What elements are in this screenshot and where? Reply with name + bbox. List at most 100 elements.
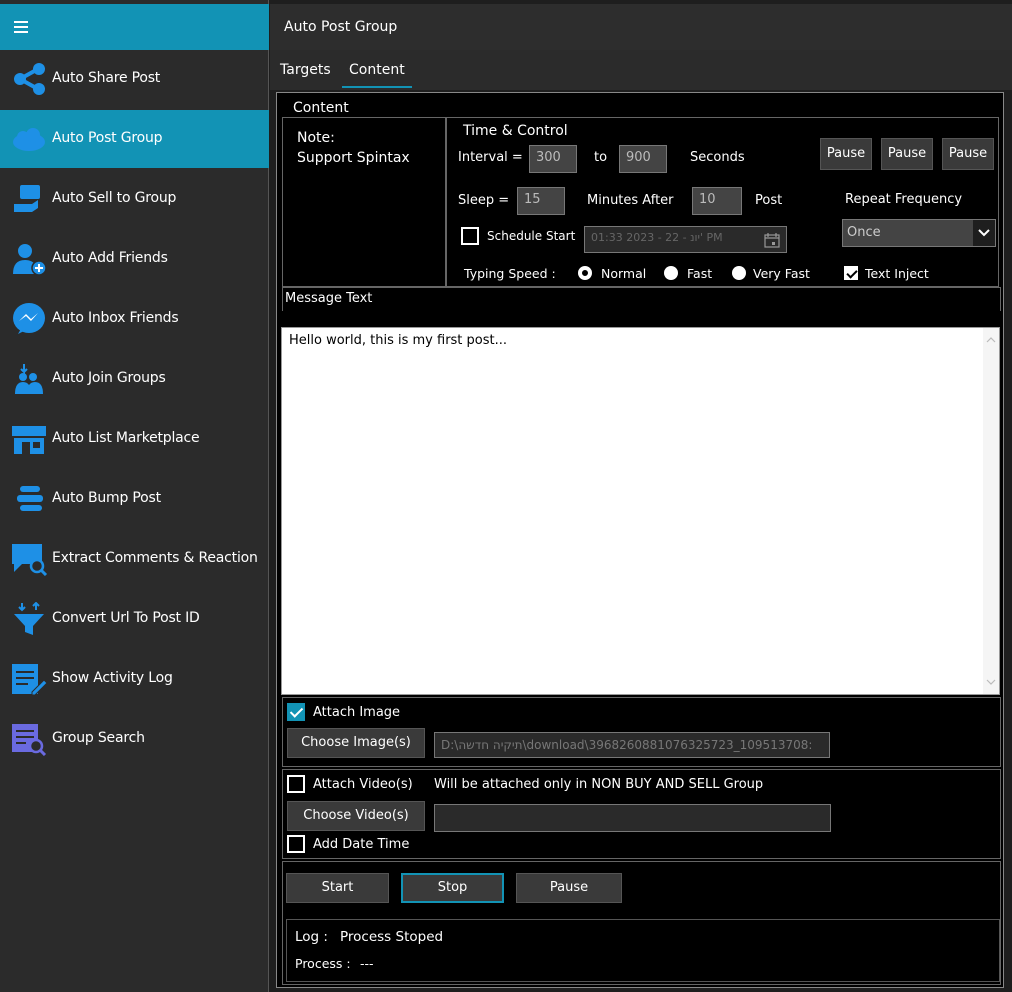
attach-video-label: Attach Video(s) [313,777,413,792]
page-title: Auto Post Group [284,19,398,35]
tab-targets[interactable]: Targets [280,62,331,78]
add-datetime-label: Add Date Time [313,837,410,852]
bump-icon [17,486,43,511]
sidebar-item-label: Auto Sell to Group [52,190,177,206]
note-box: Note: Support Spintax [282,117,446,287]
interval-to-input[interactable]: 900 [619,145,667,173]
messenger-icon [13,303,45,334]
attach-video-checkbox[interactable] [287,775,305,793]
time-control-title: Time & Control [463,123,568,139]
add-datetime-checkbox[interactable] [287,835,305,853]
group-search-icon [12,724,47,756]
activity-log-icon [12,664,48,696]
attach-image-checkbox[interactable] [287,703,305,721]
pause-button[interactable]: Pause [516,873,622,903]
speed-fast-radio[interactable] [664,266,678,280]
speed-very-fast-label: Very Fast [753,266,810,281]
sidebar: Auto Share Post Auto Post Group Auto Sel… [0,0,269,992]
post-count-input[interactable]: 10 [692,187,742,215]
sidebar-item-convert-url[interactable]: Convert Url To Post ID [0,590,269,648]
choose-image-button[interactable]: Choose Image(s) [287,728,425,758]
schedule-start-label: Schedule Start [487,229,576,243]
sidebar-item-auto-list-marketplace[interactable]: Auto List Marketplace [0,410,269,468]
sidebar-item-show-activity-log[interactable]: Show Activity Log [0,650,269,708]
sidebar-item-label: Convert Url To Post ID [52,610,200,626]
message-text-label: Message Text [285,291,373,306]
hamburger-menu-button[interactable] [0,4,269,50]
process-value: --- [360,956,374,971]
schedule-start-checkbox[interactable] [461,227,479,245]
sell-icon [14,185,40,212]
speed-normal-radio[interactable] [578,266,592,280]
tab-bar: Targets Content [270,50,1012,90]
attach-image-label: Attach Image [313,705,401,720]
chevron-down-icon [973,220,995,246]
funnel-icon [14,602,44,635]
cloud-group-icon [13,128,45,151]
message-text-value: Hello world, this is my first post... [289,333,508,348]
join-group-icon [15,364,43,394]
sidebar-item-auto-join-groups[interactable]: Auto Join Groups [0,350,269,408]
sidebar-item-auto-share-post[interactable]: Auto Share Post [0,50,269,108]
speed-fast-label: Fast [687,266,713,281]
comment-search-icon [12,544,48,576]
video-note: Will be attached only in NON BUY AND SEL… [434,777,764,792]
attach-video-section: Attach Video(s) Will be attached only in… [282,769,1001,859]
interval-from-input[interactable]: 300 [529,145,577,173]
sidebar-item-label: Auto Bump Post [52,490,161,506]
active-tab-indicator [342,86,412,88]
pause-button-2[interactable]: Pause [881,138,933,170]
message-textarea[interactable]: Hello world, this is my first post... [281,327,1000,695]
start-button[interactable]: Start [286,873,389,903]
sidebar-item-label: Auto List Marketplace [52,430,200,446]
image-path-input[interactable]: D:\תיקיה חדשה\download\39682608810763257… [434,732,830,758]
minutes-after-label: Minutes After [587,193,674,208]
time-control-box: Time & Control Interval = 300 to 900 Sec… [446,117,999,287]
pause-button-1[interactable]: Pause [820,138,872,170]
message-scrollbar[interactable] [983,328,999,694]
sidebar-item-auto-post-group[interactable]: Auto Post Group [0,110,269,168]
sidebar-item-auto-add-friends[interactable]: Auto Add Friends [0,230,269,288]
sidebar-item-label: Auto Inbox Friends [52,310,179,326]
repeat-frequency-label: Repeat Frequency [845,192,963,207]
repeat-frequency-value: Once [847,225,881,240]
interval-label: Interval = [458,150,523,165]
post-label: Post [755,193,783,208]
choose-video-button[interactable]: Choose Video(s) [287,801,425,831]
sidebar-item-label: Group Search [52,730,145,746]
speed-very-fast-radio[interactable] [732,266,746,280]
text-inject-checkbox[interactable] [844,266,858,280]
attach-image-section: Attach Image Choose Image(s) D:\תיקיה חד… [282,697,1001,767]
content-panel: Content Note: Support Spintax Time & Con… [276,92,1004,988]
stop-button[interactable]: Stop [401,873,504,903]
message-text-header: Message Text [282,287,1001,311]
sidebar-item-auto-inbox-friends[interactable]: Auto Inbox Friends [0,290,269,348]
schedule-datetime-input[interactable]: 01:33 2023 - 22 - יונ' PM [584,226,787,253]
pause-button-3[interactable]: Pause [942,138,994,170]
share-icon [14,63,45,95]
sidebar-item-group-search[interactable]: Group Search [0,710,269,768]
to-label: to [594,150,608,165]
store-icon [12,426,46,454]
sidebar-item-auto-sell-to-group[interactable]: Auto Sell to Group [0,170,269,228]
calendar-icon[interactable] [764,232,780,248]
controls-section: Start Stop Pause Log : Process Stoped Pr… [282,861,1001,985]
process-label: Process : [295,956,351,971]
sidebar-item-auto-bump-post[interactable]: Auto Bump Post [0,470,269,528]
tab-content[interactable]: Content [349,62,405,78]
log-value: Process Stoped [340,929,444,945]
text-inject-label: Text Inject [865,266,929,281]
speed-normal-label: Normal [601,266,647,281]
typing-speed-label: Typing Speed : [464,266,556,281]
schedule-datetime-value: 01:33 2023 - 22 - יונ' PM [591,231,723,244]
sleep-input[interactable]: 15 [517,187,565,215]
seconds-label: Seconds [690,150,745,165]
note-text: Support Spintax [297,150,410,166]
repeat-frequency-select[interactable]: Once [842,219,996,247]
sidebar-item-label: Show Activity Log [52,670,173,686]
log-label: Log : [295,929,328,945]
sidebar-item-label: Auto Join Groups [52,370,166,386]
video-path-input[interactable] [434,804,831,832]
sidebar-item-extract-comments[interactable]: Extract Comments & Reaction [0,530,269,588]
window-title-bar: Auto Post Group [270,4,1012,50]
